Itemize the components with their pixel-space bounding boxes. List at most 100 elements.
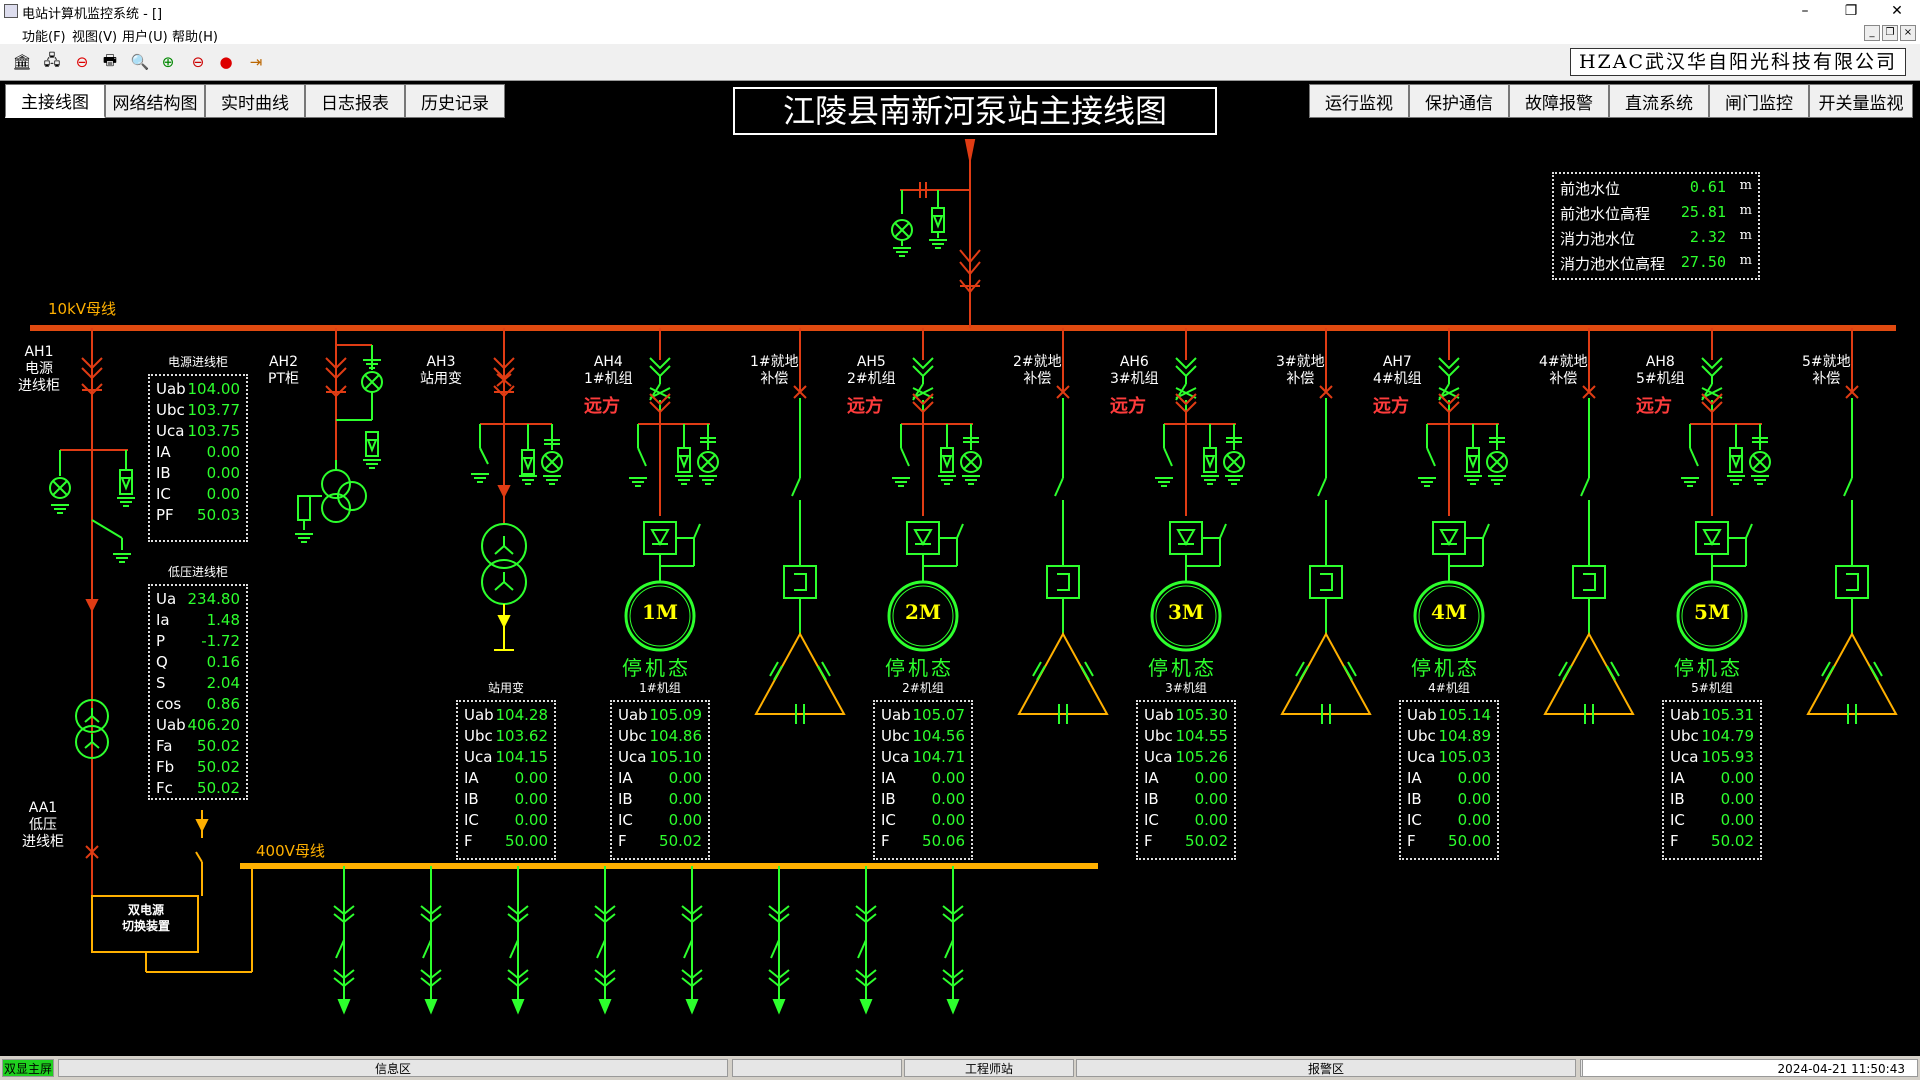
- measure-label: Q: [156, 653, 168, 671]
- unit-measure-panel: Uab 105.30 Ubc 104.55 Uca 105.26 IA 0.00 IB 0.00 I…: [1136, 700, 1236, 860]
- measure-row: Uab 104.00: [156, 380, 240, 400]
- compensation-label: 5#就地 补偿: [1802, 354, 1851, 387]
- measure-row: Ubc 104.79: [1670, 727, 1754, 747]
- measure-label: IC: [156, 485, 171, 503]
- unit-state: 停机态: [1148, 656, 1217, 680]
- measure-label: Fa: [156, 737, 173, 755]
- water-row: 消力池水位 2.32 m: [1560, 228, 1752, 248]
- measure-row: IA 0.00: [881, 769, 965, 789]
- unit-panel-title: 4#机组: [1428, 681, 1470, 695]
- measure-label: Uca: [156, 422, 185, 440]
- measure-row: Ubc 104.55: [1144, 727, 1228, 747]
- unit-cabinet-label: AH7 4#机组: [1373, 354, 1422, 387]
- measure-label: P: [156, 632, 166, 650]
- measure-value: 50.02: [197, 779, 240, 797]
- measure-value: 103.77: [187, 401, 241, 419]
- measure-row: IB 0.00: [1670, 790, 1754, 810]
- measure-row: IA 0.00: [618, 769, 702, 789]
- measure-value: 0.00: [1720, 790, 1754, 808]
- measure-value: 0.00: [1457, 811, 1491, 829]
- lv-feeder-6: [768, 866, 790, 1015]
- measure-row: cos 0.86: [156, 695, 240, 715]
- measure-row: IA 0.00: [1670, 769, 1754, 789]
- measure-label: IB: [464, 790, 479, 808]
- measure-value: 105.10: [649, 748, 703, 766]
- measure-value: 0.00: [1194, 769, 1228, 787]
- measure-value: 0.00: [206, 464, 240, 482]
- water-row: 前池水位 0.61 m: [1560, 178, 1752, 198]
- motor-label[interactable]: 5M: [1682, 602, 1742, 622]
- lv-feeder-7: [855, 866, 877, 1015]
- measure-value: 50.02: [1711, 832, 1754, 850]
- measure-row: Uca 105.10: [618, 748, 702, 768]
- measure-value: 234.80: [187, 590, 241, 608]
- status-alarm[interactable]: 报警区: [1076, 1059, 1576, 1077]
- unit-cabinet-label: AH5 2#机组: [847, 354, 896, 387]
- measure-row: F 50.02: [618, 832, 702, 852]
- compensation-label: 3#就地 补偿: [1276, 354, 1325, 387]
- measure-label: Uab: [156, 380, 186, 398]
- measure-row: IB 0.00: [1144, 790, 1228, 810]
- motor-label[interactable]: 1M: [630, 602, 690, 622]
- remote-mode-label: 远方: [1110, 396, 1146, 417]
- measure-row: IB 0.00: [1407, 790, 1491, 810]
- measure-row: S 2.04: [156, 674, 240, 694]
- measure-row: Ia 1.48: [156, 611, 240, 631]
- measure-row: Uab 105.09: [618, 706, 702, 726]
- measure-value: 104.28: [495, 706, 549, 724]
- unit-panel-title: 2#机组: [902, 681, 944, 695]
- measure-value: 50.02: [197, 758, 240, 776]
- motor-label[interactable]: 2M: [893, 602, 953, 622]
- measure-value: 104.86: [649, 727, 703, 745]
- measure-value: 0.00: [1720, 811, 1754, 829]
- measure-row: Ubc 104.89: [1407, 727, 1491, 747]
- measure-value: 104.15: [495, 748, 549, 766]
- measure-row: Ua 234.80: [156, 590, 240, 610]
- motor-label[interactable]: 4M: [1419, 602, 1479, 622]
- status-mode[interactable]: 双显主屏: [2, 1059, 54, 1077]
- remote-mode-label: 远方: [847, 396, 883, 417]
- measure-row: F 50.06: [881, 832, 965, 852]
- aa1-label: AA1 低压 进线柜: [22, 800, 64, 850]
- measure-value: 0.00: [514, 811, 548, 829]
- measure-row: IB 0.00: [156, 464, 240, 484]
- measure-label: Ua: [156, 590, 177, 608]
- measure-label: Ubc: [618, 727, 647, 745]
- measure-value: 105.30: [1175, 706, 1229, 724]
- measure-value: 104.55: [1175, 727, 1229, 745]
- measure-value: 105.14: [1438, 706, 1492, 724]
- measure-label: Ubc: [464, 727, 493, 745]
- measure-label: IA: [618, 769, 633, 787]
- measure-value: 0.86: [206, 695, 240, 713]
- measure-row: Uca 105.26: [1144, 748, 1228, 768]
- measure-value: 0.00: [931, 790, 965, 808]
- measure-value: 103.75: [187, 422, 241, 440]
- bus-10kv-label: 10kV母线: [48, 300, 117, 318]
- measure-row: IC 0.00: [618, 811, 702, 831]
- unit-state: 停机态: [1674, 656, 1743, 680]
- measure-row: Ubc 103.62: [464, 727, 548, 747]
- measure-row: IC 0.00: [464, 811, 548, 831]
- measure-label: Ubc: [1670, 727, 1699, 745]
- motor-label[interactable]: 3M: [1156, 602, 1216, 622]
- measure-value: 0.00: [514, 790, 548, 808]
- measure-value: 0.00: [931, 769, 965, 787]
- measure-label: PF: [156, 506, 174, 524]
- measure-value: 50.06: [922, 832, 965, 850]
- status-station[interactable]: 工程师站: [904, 1059, 1074, 1077]
- dual-power-label: 双电源 切换装置: [121, 903, 170, 933]
- status-info[interactable]: 信息区: [58, 1059, 728, 1077]
- measure-value: 0.16: [206, 653, 240, 671]
- measure-label: F: [618, 832, 627, 850]
- measure-value: 50.03: [197, 506, 240, 524]
- measure-value: 104.89: [1438, 727, 1492, 745]
- measure-label: Uca: [464, 748, 493, 766]
- measure-value: 105.31: [1701, 706, 1755, 724]
- status-bar: 双显主屏 信息区 工程师站 报警区 2024-04-21 11:50:43: [0, 1056, 1920, 1080]
- measure-label: IA: [464, 769, 479, 787]
- remote-mode-label: 远方: [1636, 396, 1672, 417]
- measure-label: Fc: [156, 779, 173, 797]
- measure-row: Uca 105.93: [1670, 748, 1754, 768]
- measure-value: 50.00: [1448, 832, 1491, 850]
- measure-label: IB: [881, 790, 896, 808]
